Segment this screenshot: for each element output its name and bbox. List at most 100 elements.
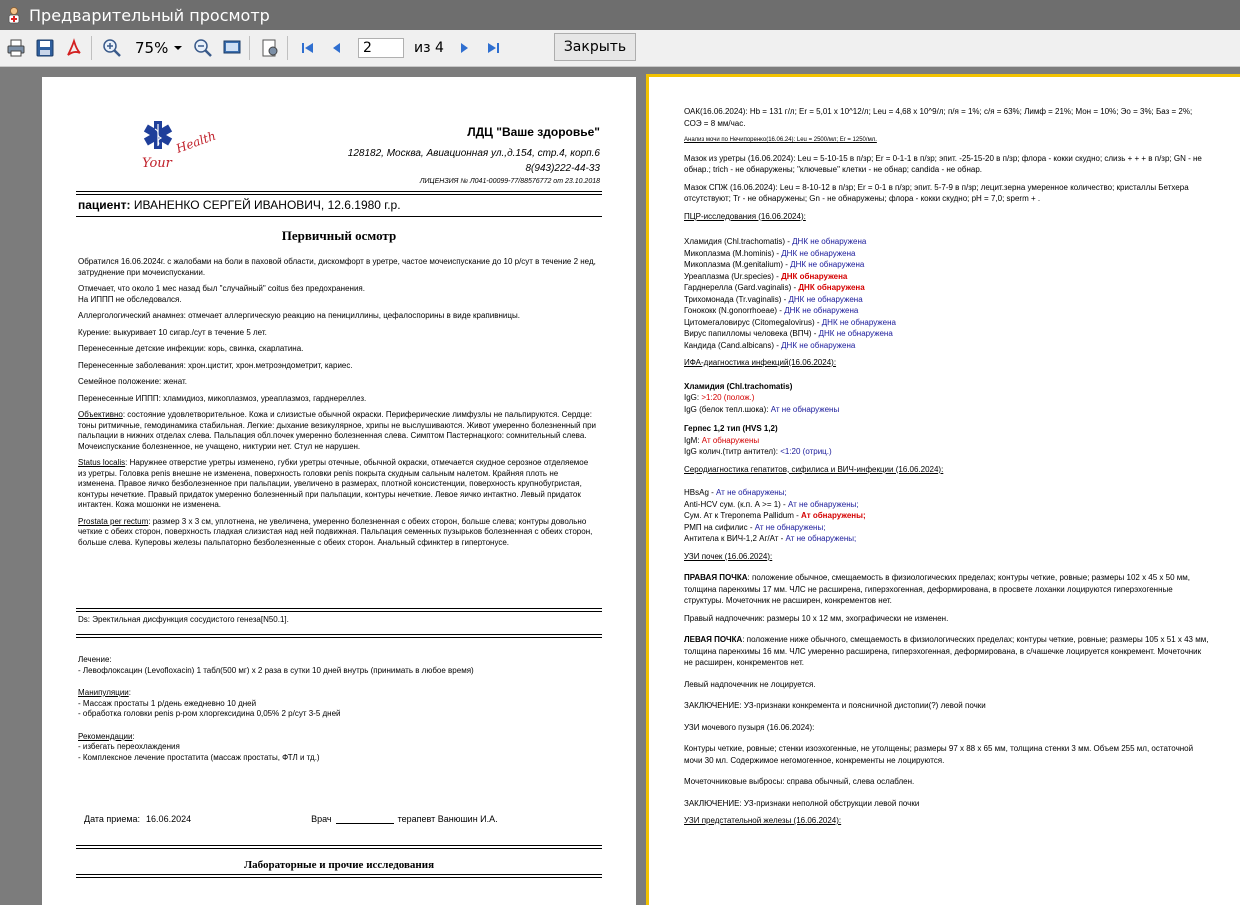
lab-divider-top bbox=[76, 845, 602, 849]
prostata-per-rectum: Prostata per rectum: размер 3 х 3 см, уп… bbox=[78, 516, 593, 547]
first-page-icon bbox=[302, 43, 313, 53]
patient-label: пациент: bbox=[78, 198, 131, 212]
pcr-title: ПЦР-исследования (16.06.2024): bbox=[684, 211, 806, 221]
clinic-logo: Your Health bbox=[142, 121, 218, 171]
treatment-section: Лечение: - Левофлоксацин (Levofloxacin) 1… bbox=[78, 655, 598, 775]
past-stis: Перенесенные ИППП: хламидиоз, микоплазмо… bbox=[78, 393, 367, 403]
patient-name: ИВАНЕНКО СЕРГЕЙ ИВАНОВИЧ, 12.6.1980 г.р. bbox=[133, 198, 401, 212]
doctor-name: терапевт Ванюшин И.А. bbox=[397, 814, 498, 824]
serology-row: HBsAg - Ат не обнаружены; bbox=[684, 488, 787, 497]
page-setup-button[interactable] bbox=[257, 35, 283, 61]
clinic-name: ЛДЦ "Ваше здоровье" bbox=[467, 125, 600, 139]
manipulations: Манипуляции: - Массаж простаты 1 р/день е… bbox=[78, 688, 341, 718]
lab-title: Лабораторные и прочие исследования bbox=[243, 859, 435, 871]
preview-viewport[interactable]: Your Health ЛДЦ "Ваше здоровье" 128182, … bbox=[0, 67, 1240, 905]
chlamydia-ifa: Хламидия (Chl.trachomatis) IgG: >1:20 (п… bbox=[684, 381, 840, 414]
zoom-in-icon bbox=[103, 39, 121, 57]
complaints: Обратился 16.06.2024г. с жалобами на бол… bbox=[78, 257, 596, 277]
page-count-label: из 4 bbox=[414, 40, 444, 56]
exam-title: Первичный осмотр bbox=[281, 228, 397, 243]
ureter-jets: Мочеточниковые выбросы: справа обычный, … bbox=[684, 777, 915, 786]
window-titlebar: Предварительный просмотр bbox=[0, 0, 1240, 30]
pcr-row: Гонококк (N.gonorrhoeae) - ДНК не обнару… bbox=[684, 306, 859, 315]
diagnosis: Ds: Эректильная дисфункция сосудистого г… bbox=[78, 615, 289, 624]
last-page-icon bbox=[487, 43, 499, 53]
date-label: Дата приема: bbox=[84, 814, 141, 824]
pcr-row: Цитомегаловирус (Citomegalovirus) - ДНК … bbox=[684, 317, 896, 327]
pcr-row: Трихомонада (Tr.vaginalis) - ДНК не обна… bbox=[684, 294, 863, 304]
last-page-button[interactable] bbox=[480, 35, 506, 61]
smoking: Курение: выкуривает 10 сигар./сут в тече… bbox=[78, 327, 267, 337]
nechiporenko-result: Анализ мочи по Нечипоренко(16.06.24): Le… bbox=[684, 137, 877, 143]
pcr-row: Микоплазма (M.genitalium) - ДНК не обнар… bbox=[684, 260, 865, 269]
pdf-icon bbox=[67, 38, 81, 56]
pcr-row: Кандида (Cand.albicans) - ДНК не обнаруж… bbox=[684, 340, 856, 350]
clinic-phone: 8(943)222-44-33 bbox=[525, 163, 601, 174]
save-button[interactable] bbox=[32, 35, 58, 61]
preview-page-2: ОАК(16.06.2024): Hb = 131 г/л; Er = 5,01… bbox=[646, 74, 1240, 905]
page-number-value: 2 bbox=[363, 40, 372, 56]
svg-text:Health: Health bbox=[173, 129, 217, 157]
toolbar: 75% 2 из 4 Закрыть bbox=[0, 30, 1240, 67]
bladder-us: Контуры четкие, ровные; стенки изоэхоген… bbox=[684, 744, 1194, 765]
doctor-label: Врач bbox=[311, 814, 332, 824]
pcr-row: Микоплазма (M.hominis) - ДНК не обнаруже… bbox=[684, 248, 856, 258]
left-adrenal: Левый надпочечник не лоцируется. bbox=[684, 679, 816, 689]
herpes-ifa: Герпес 1,2 тип (HVS 1,2) IgM: Ат обнаруж… bbox=[684, 424, 832, 456]
svg-text:Your: Your bbox=[142, 156, 173, 171]
exam-body: Обратился 16.06.2024г. с жалобами на бол… bbox=[78, 257, 598, 554]
header-divider bbox=[76, 191, 602, 195]
export-pdf-button[interactable] bbox=[61, 35, 87, 61]
toolbar-separator bbox=[249, 36, 250, 60]
print-button[interactable] bbox=[3, 35, 29, 61]
treatment: Лечение: - Левофлоксацин (Levofloxacin) 1… bbox=[78, 655, 474, 675]
ds-divider-bottom bbox=[76, 634, 602, 638]
next-page-button[interactable] bbox=[451, 35, 477, 61]
serology-list: HBsAg - Ат не обнаружены; Anti-HCV сум. … bbox=[684, 487, 1209, 545]
prev-page-icon bbox=[333, 43, 340, 53]
prostate-secretion: Мазок СПЖ (16.06.2024): Leu = 8-10-12 в … bbox=[684, 182, 1189, 204]
fit-page-button[interactable] bbox=[219, 35, 245, 61]
serology-title: Серодиагностика гепатитов, сифилиса и ВИ… bbox=[684, 464, 944, 474]
zoom-out-icon bbox=[194, 39, 212, 57]
window-title: Предварительный просмотр bbox=[29, 5, 270, 25]
first-page-button[interactable] bbox=[295, 35, 321, 61]
signature-line: Дата приема: 16.06.2024 Врач терапевт Ва… bbox=[84, 814, 564, 824]
kidney-us-title: УЗИ почек (16.06.2024): bbox=[684, 551, 773, 561]
close-button[interactable]: Закрыть bbox=[554, 33, 636, 61]
printer-icon bbox=[7, 39, 25, 57]
pcr-row: Вирус папилломы человека (ВПЧ) - ДНК не … bbox=[684, 329, 893, 338]
kidney-conclusion: ЗАКЛЮЧЕНИЕ: УЗ-признаки конкремента и по… bbox=[684, 701, 986, 710]
page-number-input[interactable]: 2 bbox=[358, 38, 404, 58]
next-page-icon bbox=[460, 43, 468, 53]
floppy-disk-icon bbox=[36, 39, 54, 57]
recommendations: Рекомендации: - избегать переохлаждения - … bbox=[78, 731, 320, 762]
app-icon bbox=[8, 7, 20, 24]
prev-page-button[interactable] bbox=[324, 35, 350, 61]
left-kidney: ЛЕВАЯ ПОЧКА: положение ниже обычного, см… bbox=[684, 635, 1209, 667]
serology-row: РМП на сифилис - Ат не обнаружены; bbox=[684, 522, 826, 532]
pcr-row: Хламидия (Chl.trachomatis) - ДНК не обна… bbox=[684, 237, 867, 246]
chevron-down-icon bbox=[174, 46, 182, 50]
zoom-select[interactable]: 75% bbox=[131, 37, 187, 59]
ifa-title: ИФА-диагностика инфекций(16.06.2024): bbox=[684, 358, 837, 367]
pcr-list: Хламидия (Chl.trachomatis) - ДНК не обна… bbox=[684, 236, 1209, 351]
monitor-icon bbox=[223, 40, 241, 54]
lab-results: ОАК(16.06.2024): Hb = 131 г/л; Er = 5,01… bbox=[684, 106, 1209, 833]
serology-row: Anti-HCV сум. (к.п. А >= 1) - Ат не обна… bbox=[684, 499, 859, 509]
serology-row: Антитела к ВИЧ-1,2 Аг/Ат - Ат не обнаруж… bbox=[684, 534, 857, 543]
urethra-smear: Мазок из уретры (16.06.2024): Leu = 5-10… bbox=[684, 153, 1202, 175]
prostate-us-title: УЗИ предстательной железы (16.06.2024): bbox=[684, 816, 842, 825]
family-status: Семейное положение: женат. bbox=[78, 377, 187, 386]
clinic-address: 128182, Москва, Авиационная ул.,д.154, с… bbox=[347, 148, 600, 159]
zoom-out-button[interactable] bbox=[190, 35, 216, 61]
allergy: Аллергологический анамнез: отмечает алле… bbox=[78, 311, 520, 320]
signature-blank bbox=[335, 814, 394, 824]
zoom-in-button[interactable] bbox=[99, 35, 125, 61]
bladder-us-title: УЗИ мочевого пузыря (16.06.2024): bbox=[684, 722, 815, 732]
toolbar-separator bbox=[287, 36, 288, 60]
toolbar-separator bbox=[91, 36, 92, 60]
clinic-license: ЛИЦЕНЗИЯ № Л041-00099-77/88576772 от 23.… bbox=[419, 178, 600, 185]
date-value: 16.06.2024 bbox=[146, 814, 192, 824]
anamnesis: Отмечает, что около 1 мес назад был "слу… bbox=[78, 284, 365, 304]
